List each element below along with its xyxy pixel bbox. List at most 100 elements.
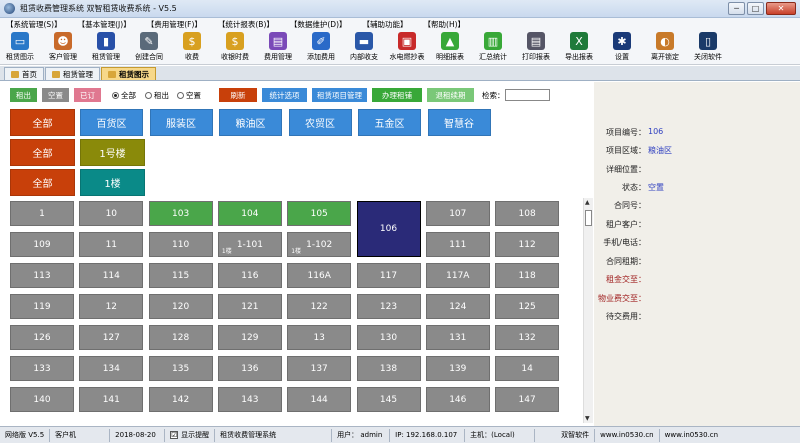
close-button[interactable]: ✕ bbox=[766, 2, 796, 15]
unit-cell[interactable]: 12 bbox=[79, 294, 144, 319]
toolbar-button[interactable]: $ 收银时费 bbox=[215, 31, 255, 64]
unit-cell[interactable]: 136 bbox=[217, 356, 282, 381]
toolbar-button[interactable]: X 导出报表 bbox=[559, 31, 599, 64]
unit-cell[interactable]: 129 bbox=[217, 325, 282, 350]
unit-cell[interactable]: 114 bbox=[79, 263, 144, 288]
search-input[interactable] bbox=[505, 89, 550, 101]
unit-cell[interactable]: 127 bbox=[79, 325, 144, 350]
area-button[interactable]: 智慧谷 bbox=[427, 109, 491, 136]
stat-options-button[interactable]: 统计选项 bbox=[262, 88, 307, 102]
unit-cell[interactable]: 110 bbox=[148, 232, 213, 257]
toolbar-button[interactable]: ▤ 打印报表 bbox=[516, 31, 556, 64]
unit-cell[interactable]: 111 bbox=[425, 232, 490, 257]
menu-item[interactable]: 【统计报表(B)】 bbox=[218, 19, 274, 30]
unit-cell[interactable]: 145 bbox=[356, 387, 421, 412]
unit-cell[interactable]: 106 bbox=[356, 201, 421, 257]
building-button[interactable]: 1号楼 bbox=[80, 139, 145, 166]
unit-cell[interactable]: 123 bbox=[356, 294, 421, 319]
grid-scrollbar[interactable]: ▲ ▼ bbox=[583, 198, 593, 423]
toolbar-button[interactable]: ▭ 租赁图示 bbox=[0, 31, 40, 64]
unit-cell[interactable]: 126 bbox=[10, 325, 74, 350]
toolbar-button[interactable]: ✱ 设置 bbox=[602, 31, 642, 64]
menu-item[interactable]: 【数据维护(D)】 bbox=[290, 19, 347, 30]
area-button[interactable]: 农贸区 bbox=[288, 109, 352, 136]
building-button[interactable]: 全部 bbox=[10, 139, 75, 166]
unit-cell[interactable]: 132 bbox=[495, 325, 560, 350]
unit-cell[interactable]: 124 bbox=[425, 294, 490, 319]
toolbar-button[interactable]: ✐ 添加费用 bbox=[301, 31, 341, 64]
unit-cell[interactable]: 109 bbox=[10, 232, 74, 257]
filter-rented-radio[interactable]: 租出 bbox=[145, 90, 169, 101]
unit-cell[interactable]: 113 bbox=[10, 263, 74, 288]
filter-vacant-radio[interactable]: 空置 bbox=[177, 90, 201, 101]
unit-cell[interactable]: 140 bbox=[10, 387, 74, 412]
unit-cell[interactable]: 128 bbox=[148, 325, 213, 350]
unit-cell[interactable]: 105 bbox=[287, 201, 352, 226]
unit-cell[interactable]: 141 bbox=[79, 387, 144, 412]
unit-cell[interactable]: 116A bbox=[287, 263, 352, 288]
unit-cell[interactable]: 139 bbox=[425, 356, 490, 381]
unit-cell[interactable]: 125 bbox=[495, 294, 560, 319]
handle-lease-button[interactable]: 办理租铺 bbox=[372, 88, 422, 102]
rented-legend-button[interactable]: 租出 bbox=[10, 88, 37, 102]
unit-cell[interactable]: 122 bbox=[287, 294, 352, 319]
unit-cell[interactable]: 142 bbox=[148, 387, 213, 412]
toolbar-button[interactable]: ▯ 关闭软件 bbox=[688, 31, 728, 64]
unit-cell[interactable]: 1-102 1楼 bbox=[287, 232, 352, 257]
unit-cell[interactable]: 108 bbox=[495, 201, 560, 226]
project-management-button[interactable]: 租赁项目管理 bbox=[312, 88, 367, 102]
unit-cell[interactable]: 147 bbox=[495, 387, 560, 412]
unit-cell[interactable]: 137 bbox=[287, 356, 352, 381]
scroll-up-icon[interactable]: ▲ bbox=[585, 199, 590, 206]
refresh-button[interactable]: 刷新 bbox=[219, 88, 257, 102]
unit-cell[interactable]: 143 bbox=[217, 387, 282, 412]
unit-cell[interactable]: 138 bbox=[356, 356, 421, 381]
toolbar-button[interactable]: ▥ 汇总统计 bbox=[473, 31, 513, 64]
unit-cell[interactable]: 1-101 1楼 bbox=[217, 232, 282, 257]
toolbar-button[interactable]: ▤ 费用管理 bbox=[258, 31, 298, 64]
show-reminder-checkbox[interactable]: ☑ 显示提醒 bbox=[165, 428, 216, 442]
unit-cell[interactable]: 116 bbox=[217, 263, 282, 288]
unit-cell[interactable]: 112 bbox=[495, 232, 560, 257]
area-button[interactable]: 五金区 bbox=[358, 109, 421, 136]
unit-cell[interactable]: 131 bbox=[425, 325, 490, 350]
unit-cell[interactable]: 120 bbox=[148, 294, 213, 319]
reserved-legend-button[interactable]: 已订 bbox=[74, 88, 101, 102]
area-button[interactable]: 粮油区 bbox=[219, 109, 282, 136]
vacant-legend-button[interactable]: 空置 bbox=[42, 88, 69, 102]
unit-cell[interactable]: 104 bbox=[217, 201, 282, 226]
tab-rental-diagram[interactable]: 租赁图示 bbox=[101, 67, 156, 80]
menu-item[interactable]: 【系统管理(S)】 bbox=[6, 19, 62, 30]
filter-all-radio[interactable]: 全部 bbox=[112, 90, 136, 101]
unit-cell[interactable]: 133 bbox=[10, 356, 74, 381]
toolbar-button[interactable]: ▬ 内部收支 bbox=[344, 31, 384, 64]
renew-button[interactable]: 退租续期 bbox=[427, 88, 474, 102]
unit-cell[interactable]: 144 bbox=[287, 387, 352, 412]
floor-button[interactable]: 全部 bbox=[10, 169, 75, 196]
unit-cell[interactable]: 119 bbox=[10, 294, 74, 319]
unit-cell[interactable]: 118 bbox=[495, 263, 560, 288]
unit-cell[interactable]: 117 bbox=[356, 263, 421, 288]
menu-item[interactable]: 【帮助(H)】 bbox=[424, 19, 466, 30]
menu-item[interactable]: 【费用管理(F)】 bbox=[147, 19, 202, 30]
toolbar-button[interactable]: ☻ 客户管理 bbox=[43, 31, 83, 64]
maximize-button[interactable]: □ bbox=[747, 2, 764, 15]
unit-cell[interactable]: 103 bbox=[148, 201, 213, 226]
minimize-button[interactable]: ─ bbox=[728, 2, 745, 15]
unit-cell[interactable]: 115 bbox=[148, 263, 213, 288]
menu-item[interactable]: 【辅助功能】 bbox=[363, 19, 408, 30]
unit-cell[interactable]: 107 bbox=[425, 201, 490, 226]
toolbar-button[interactable]: ◐ 离开锁定 bbox=[645, 31, 685, 64]
scroll-thumb[interactable] bbox=[585, 210, 592, 226]
toolbar-button[interactable]: ▮ 租赁管理 bbox=[86, 31, 126, 64]
unit-cell[interactable]: 121 bbox=[217, 294, 282, 319]
area-button[interactable]: 百货区 bbox=[80, 109, 143, 136]
unit-cell[interactable]: 135 bbox=[148, 356, 213, 381]
unit-cell[interactable]: 146 bbox=[425, 387, 490, 412]
toolbar-button[interactable]: ✎ 创建合同 bbox=[129, 31, 169, 64]
tab-home[interactable]: 首页 bbox=[4, 67, 44, 80]
menu-item[interactable]: 【基本管理(J)】 bbox=[78, 19, 131, 30]
unit-cell[interactable]: 130 bbox=[356, 325, 421, 350]
floor-button[interactable]: 1楼 bbox=[80, 169, 145, 196]
area-button[interactable]: 全部 bbox=[10, 109, 75, 136]
